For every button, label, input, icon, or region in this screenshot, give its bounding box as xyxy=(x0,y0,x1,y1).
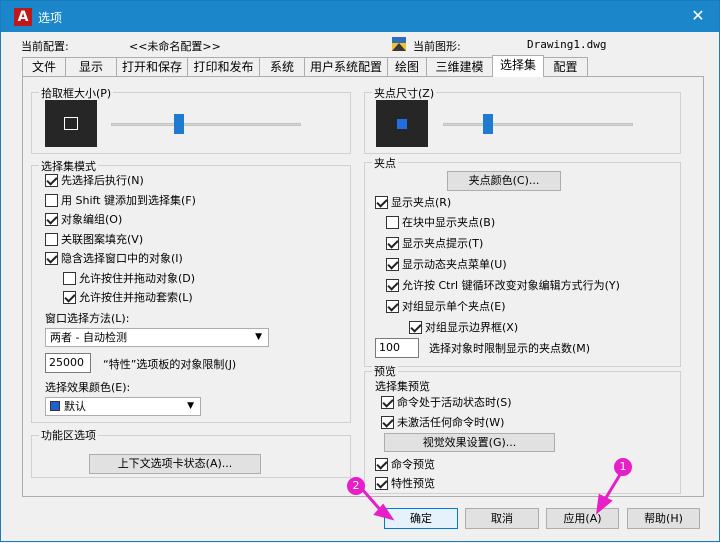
annotation-marker-2: 2 xyxy=(347,477,365,495)
options-dialog: A 选项 ✕ 当前配置: <<未命名配置>> 当前图形: Drawing1.dw… xyxy=(0,0,720,542)
arrow-1-line xyxy=(602,472,623,502)
annotation-marker-1: 1 xyxy=(614,458,632,476)
tab-selection[interactable]: 选择集 xyxy=(492,55,544,77)
arrow-1-head xyxy=(596,493,613,515)
annotation-arrows xyxy=(360,472,623,521)
